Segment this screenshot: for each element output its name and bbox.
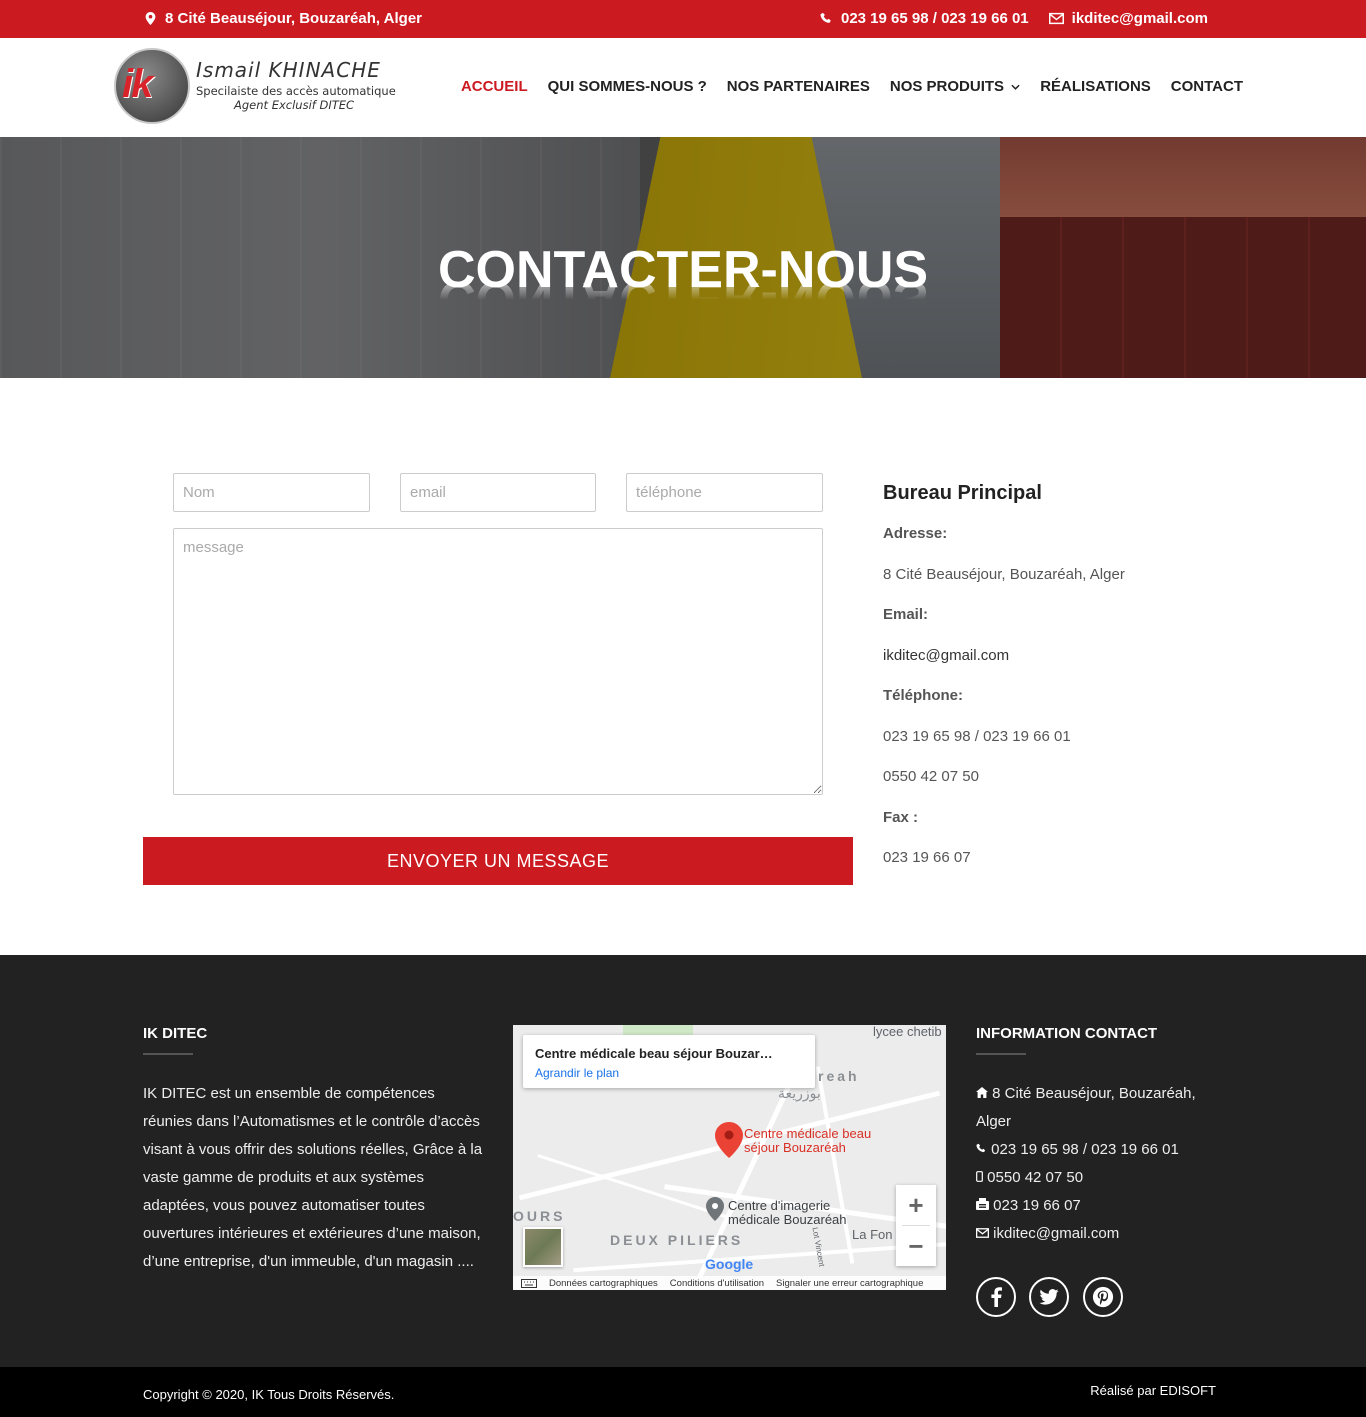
map-report-link[interactable]: Signaler une erreur cartographique <box>776 1278 923 1289</box>
info-phone-row: 023 19 65 98 / 023 19 66 01 <box>976 1136 1226 1164</box>
hero-banner: CONTACTER-NOUS CONTACTER-NOUS <box>0 137 1366 378</box>
info-mobile-row: 0550 42 07 50 <box>976 1164 1226 1192</box>
phone-icon <box>820 12 831 23</box>
office-email[interactable]: ikditec@gmail.com <box>883 647 1213 688</box>
email-input[interactable] <box>400 473 596 512</box>
site-footer: IK DITEC IK DITEC est un ensemble de com… <box>0 955 1366 1367</box>
footer-contact-info: 8 Cité Beauséjour, Bouzaréah, Alger 023 … <box>976 1080 1226 1248</box>
map-marker-icon <box>145 12 156 25</box>
map-poi-top: lycee chetib <box>873 1025 942 1039</box>
top-bar: 8 Cité Beauséjour, Bouzaréah, Alger 023 … <box>0 0 1366 38</box>
info-mobile: 0550 42 07 50 <box>987 1169 1084 1186</box>
top-phone[interactable]: 023 19 65 98 / 023 19 66 01 <box>820 10 1029 27</box>
mobile-icon <box>976 1171 983 1182</box>
bottom-bar: Copyright © 2020, IK Tous Droits Réservé… <box>0 1367 1366 1417</box>
nav-partenaires[interactable]: NOS PARTENAIRES <box>727 78 870 95</box>
map-poi-label-1: Centre d'imagerie <box>728 1198 831 1213</box>
map-terms-link[interactable]: Conditions d'utilisation <box>670 1278 764 1289</box>
top-address: 8 Cité Beauséjour, Bouzaréah, Alger <box>144 10 422 27</box>
top-email[interactable]: ikditec@gmail.com <box>1048 10 1208 27</box>
main-nav: ACCUEIL QUI SOMMES-NOUS ? NOS PARTENAIRE… <box>461 78 1243 95</box>
envelope-icon <box>1048 12 1064 25</box>
office-address-label: Adresse: <box>883 525 948 542</box>
map-pin-label-1: Centre médicale beau <box>744 1126 872 1141</box>
office-email-label: Email: <box>883 606 929 623</box>
copyright: Copyright © 2020, IK Tous Droits Réservé… <box>143 1387 395 1402</box>
envelope-icon <box>976 1228 989 1238</box>
facebook-icon[interactable] <box>976 1277 1016 1317</box>
top-email-text: ikditec@gmail.com <box>1071 10 1208 27</box>
map-data-link[interactable]: Données cartographiques <box>549 1278 658 1289</box>
phone-icon <box>976 1143 986 1153</box>
map-zoom-control: + − <box>896 1185 936 1266</box>
office-title: Bureau Principal <box>883 482 1042 504</box>
message-textarea[interactable] <box>173 528 823 795</box>
nav-realisations[interactable]: RÉALISATIONS <box>1040 78 1151 95</box>
nav-contact[interactable]: CONTACT <box>1171 78 1243 95</box>
chevron-down-icon <box>1011 84 1020 90</box>
office-phone: 023 19 65 98 / 023 19 66 01 <box>883 727 1071 745</box>
home-icon <box>976 1087 988 1098</box>
embedded-map[interactable]: Centre médicale beau séjour Bouzar… Agra… <box>513 1025 946 1290</box>
nav-produits-label: NOS PRODUITS <box>889 78 1005 95</box>
info-fax-row: 023 19 66 07 <box>976 1192 1226 1220</box>
site-logo[interactable]: ik Ismail KHINACHE Specilaiste des accès… <box>114 48 404 128</box>
google-logo: Google <box>705 1256 754 1272</box>
map-road-label: Lot Vincent <box>810 1226 827 1268</box>
map-poi-label-2: médicale Bouzaréah <box>728 1212 847 1227</box>
map-place-card: Centre médicale beau séjour Bouzar… Agra… <box>523 1035 815 1088</box>
phone-input[interactable] <box>626 473 823 512</box>
map-pin-icon[interactable] <box>715 1122 743 1158</box>
office-fax-label: Fax : <box>883 808 919 826</box>
office-phone-label: Téléphone: <box>883 687 964 704</box>
logo-mark: ik <box>122 62 153 106</box>
map-area-label: reah <box>818 1068 860 1084</box>
info-email-row: ikditec@gmail.com <box>976 1220 1226 1248</box>
map-attribution: Données cartographiques Conditions d'uti… <box>513 1276 946 1290</box>
office-mobile: 0550 42 07 50 <box>883 768 979 785</box>
logo-agent: Agent Exclusif DITEC <box>234 98 355 112</box>
map-pin-label: Centre médicale beau séjour Bouzaréah <box>744 1127 871 1155</box>
map-satellite-toggle[interactable] <box>523 1227 563 1267</box>
made-by[interactable]: Réalisé par EDISOFT <box>1090 1383 1216 1398</box>
send-message-button[interactable]: ENVOYER UN MESSAGE <box>143 837 853 885</box>
map-area-la-fon: La Fon <box>852 1227 893 1242</box>
map-poi-icon <box>706 1197 724 1221</box>
info-fax: 023 19 66 07 <box>993 1197 1081 1214</box>
name-input[interactable] <box>173 473 370 512</box>
info-title: INFORMATION CONTACT <box>976 1025 1158 1055</box>
about-text: IK DITEC est un ensemble de compétences … <box>143 1085 483 1270</box>
page-title-reflection: CONTACTER-NOUS <box>437 283 929 325</box>
office-address: 8 Cité Beauséjour, Bouzaréah, Alger <box>883 565 1125 583</box>
zoom-in-button[interactable]: + <box>896 1185 936 1225</box>
map-poi-label: Centre d'imagerie médicale Bouzaréah <box>728 1199 847 1227</box>
map-area-deux-piliers: DEUX PILIERS <box>610 1232 744 1248</box>
pinterest-icon[interactable] <box>1083 1277 1123 1317</box>
keyboard-icon[interactable] <box>521 1278 537 1288</box>
logo-tagline: Specilaiste des accès automatique <box>196 84 396 98</box>
nav-accueil[interactable]: ACCUEIL <box>461 78 528 95</box>
about-title: IK DITEC <box>143 1025 208 1055</box>
map-place-title: Centre médicale beau séjour Bouzar… <box>535 1046 773 1061</box>
map-enlarge-link[interactable]: Agrandir le plan <box>535 1066 619 1080</box>
top-address-text: 8 Cité Beauséjour, Bouzaréah, Alger <box>165 10 423 27</box>
site-header: ik Ismail KHINACHE Specilaiste des accès… <box>0 38 1366 137</box>
map-pin-label-2: séjour Bouzaréah <box>744 1140 846 1155</box>
zoom-out-button[interactable]: − <box>896 1226 936 1266</box>
top-phone-text: 023 19 65 98 / 023 19 66 01 <box>840 10 1029 27</box>
map-area-ours: OURS <box>513 1208 566 1224</box>
map-area-arabic: بوزريعة <box>778 1085 821 1101</box>
info-address: 8 Cité Beauséjour, Bouzaréah, Alger <box>976 1085 1196 1130</box>
twitter-icon[interactable] <box>1029 1277 1069 1317</box>
fax-icon <box>976 1198 989 1210</box>
info-email[interactable]: ikditec@gmail.com <box>993 1225 1119 1242</box>
logo-name: Ismail KHINACHE <box>196 58 381 82</box>
office-fax: 023 19 66 07 <box>883 849 971 866</box>
office-info: Bureau Principal Adresse: 8 Cité Beauséj… <box>883 482 1213 890</box>
info-phone: 023 19 65 98 / 023 19 66 01 <box>991 1141 1179 1158</box>
nav-produits[interactable]: NOS PRODUITS <box>890 78 1020 95</box>
info-address-row: 8 Cité Beauséjour, Bouzaréah, Alger <box>976 1080 1226 1136</box>
nav-qui-sommes-nous[interactable]: QUI SOMMES-NOUS ? <box>548 78 707 95</box>
